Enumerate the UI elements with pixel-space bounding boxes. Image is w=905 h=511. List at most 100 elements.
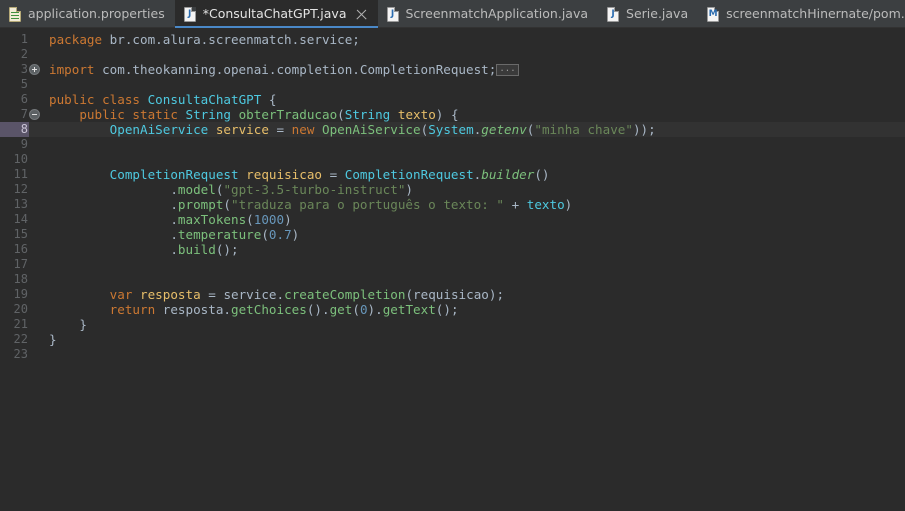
code-text[interactable] [42, 347, 905, 362]
fold-gutter [29, 332, 42, 347]
code-token: = [322, 167, 345, 182]
code-text[interactable]: } [42, 332, 905, 347]
code-text[interactable] [42, 77, 905, 92]
fold-gutter [29, 317, 42, 332]
line-number: 5 [20, 77, 28, 91]
code-text[interactable]: .build(); [42, 242, 905, 257]
editor-tab-label: application.properties [28, 6, 165, 21]
editor-tab-2[interactable]: J ScreenmatchApplication.java [378, 0, 599, 28]
code-line[interactable]: 20 return resposta.getChoices().get(0).g… [0, 302, 905, 317]
code-text[interactable]: public class ConsultaChatGPT { [42, 92, 905, 107]
code-token: ( [261, 227, 269, 242]
code-lines[interactable]: 1 package br.com.alura.screenmatch.servic… [0, 28, 905, 362]
code-token: service [223, 287, 277, 302]
code-token: OpenAiService [322, 122, 421, 137]
code-text[interactable] [42, 137, 905, 152]
code-token: get [329, 302, 353, 317]
code-token: resposta [140, 287, 201, 302]
code-text[interactable]: .model("gpt-3.5-turbo-instruct") [42, 182, 905, 197]
properties-file-icon [8, 6, 22, 22]
close-icon[interactable] [355, 8, 368, 21]
code-text[interactable]: import com.theokanning.openai.completion… [42, 62, 905, 77]
line-number: 8 [0, 122, 29, 137]
code-line[interactable]: 16 .build(); [0, 242, 905, 257]
collapsed-fold-placeholder[interactable]: ... [496, 63, 519, 76]
code-line[interactable]: 2 [0, 47, 905, 62]
code-token: ( [246, 212, 254, 227]
code-line[interactable]: 12 .model("gpt-3.5-turbo-instruct") [0, 182, 905, 197]
code-line[interactable]: 6 public class ConsultaChatGPT { [0, 92, 905, 107]
fold-gutter[interactable] [29, 107, 42, 122]
code-text[interactable]: } [42, 317, 905, 332]
code-line[interactable]: 9 [0, 137, 905, 152]
editor-tab-1[interactable]: J *ConsultaChatGPT.java [174, 0, 378, 28]
code-line[interactable]: 5 [0, 77, 905, 92]
fold-gutter [29, 182, 42, 197]
code-line[interactable]: 1 package br.com.alura.screenmatch.servic… [0, 32, 905, 47]
code-line[interactable]: 17 [0, 257, 905, 272]
code-line[interactable]: 11 CompletionRequest requisicao = Comple… [0, 167, 905, 182]
code-token: CompletionRequest [109, 167, 239, 182]
code-text[interactable]: CompletionRequest requisicao = Completio… [42, 167, 905, 182]
code-line[interactable]: 7 public static String obterTraducao(Str… [0, 107, 905, 122]
code-token: ( [337, 107, 345, 122]
code-token: maxTokens [177, 212, 247, 227]
editor-tab-3[interactable]: J Serie.java [598, 0, 698, 28]
code-token: . [170, 182, 178, 197]
code-text[interactable]: public static String obterTraducao(Strin… [42, 107, 905, 122]
code-text[interactable]: OpenAiService service = new OpenAiServic… [42, 122, 905, 137]
code-token: obterTraducao [238, 107, 338, 122]
code-line[interactable]: 22} [0, 332, 905, 347]
code-token: texto [397, 107, 436, 122]
code-text[interactable] [42, 257, 905, 272]
code-token: (); [215, 242, 239, 257]
maven-file-icon: M [706, 6, 720, 22]
code-line[interactable]: 23 [0, 347, 905, 362]
code-line[interactable]: 15 .temperature(0.7) [0, 227, 905, 242]
java-file-icon: J [183, 6, 197, 22]
java-file-icon: J [606, 6, 620, 22]
code-token: requisicao [246, 167, 322, 182]
code-line[interactable]: 21 } [0, 317, 905, 332]
code-token: ( [405, 287, 414, 302]
editor-tab-4[interactable]: MscreenmatchHinernate/pom.xml [698, 0, 905, 28]
fold-gutter [29, 197, 42, 212]
code-token: . [170, 197, 178, 212]
code-line[interactable]: 8 OpenAiService service = new OpenAiServ… [0, 122, 905, 137]
code-line[interactable]: 18 [0, 272, 905, 287]
code-line[interactable]: 3 import com.theokanning.openai.completio… [0, 62, 905, 77]
code-text[interactable]: .maxTokens(1000) [42, 212, 905, 227]
code-text[interactable]: package br.com.alura.screenmatch.service… [42, 32, 905, 47]
fold-collapse-icon[interactable] [29, 109, 40, 120]
code-line[interactable]: 19 var resposta = service.createCompleti… [0, 287, 905, 302]
code-line[interactable]: 14 .maxTokens(1000) [0, 212, 905, 227]
fold-gutter[interactable] [29, 62, 42, 77]
code-token: . [170, 227, 178, 242]
code-token: ) { [435, 107, 459, 122]
code-token: package [49, 32, 110, 47]
editor-tab-0[interactable]: application.properties [0, 0, 175, 28]
code-text[interactable]: .temperature(0.7) [42, 227, 905, 242]
code-token: "gpt-3.5-turbo-instruct" [223, 182, 406, 197]
code-line[interactable]: 13 .prompt("traduza para o português o t… [0, 197, 905, 212]
code-token: String [344, 107, 391, 122]
code-text[interactable] [42, 152, 905, 167]
code-text[interactable] [42, 47, 905, 62]
code-token: String [185, 107, 232, 122]
code-text[interactable]: return resposta.getChoices().get(0).getT… [42, 302, 905, 317]
java-file-icon: J [386, 6, 400, 22]
code-token: ConsultaChatGPT [147, 92, 262, 107]
code-text[interactable]: var resposta = service.createCompletion(… [42, 287, 905, 302]
fold-expand-icon[interactable] [29, 64, 40, 75]
code-text[interactable] [42, 272, 905, 287]
fold-gutter [29, 167, 42, 182]
code-line[interactable]: 10 [0, 152, 905, 167]
code-text[interactable]: .prompt("traduza para o português o text… [42, 197, 905, 212]
code-token: ). [367, 302, 383, 317]
line-number: 18 [13, 272, 28, 286]
fold-gutter [29, 137, 42, 152]
code-editor[interactable]: 1 package br.com.alura.screenmatch.servic… [0, 28, 905, 511]
